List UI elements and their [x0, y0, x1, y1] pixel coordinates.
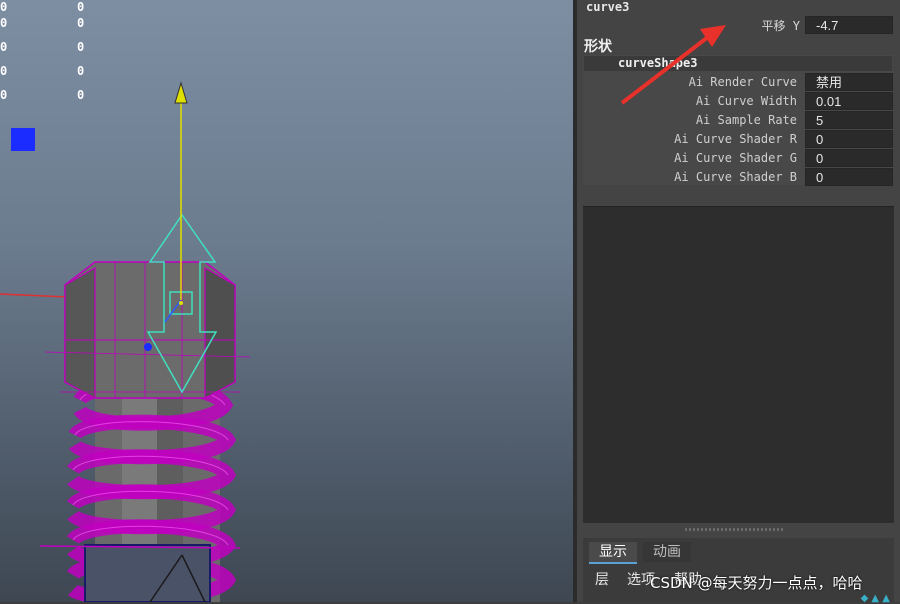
scene-canvas[interactable]: [0, 0, 573, 602]
watermark: CSDN @每天努力一点点，哈哈: [650, 574, 863, 592]
attr-label-shader-b: Ai Curve Shader B: [674, 170, 797, 184]
3d-viewport[interactable]: 00 00 00 00 00: [0, 0, 573, 602]
status-icons: ◆ ▲ ▲: [860, 593, 890, 604]
translate-y-label: 平移 Y: [761, 19, 800, 33]
shader-r-field[interactable]: 0: [805, 130, 893, 148]
attr-label-sample-rate: Ai Sample Rate: [695, 113, 797, 127]
sample-rate-field[interactable]: 5: [805, 111, 893, 129]
attr-label-shader-g: Ai Curve Shader G: [674, 151, 797, 165]
bolt-head[interactable]: [44, 261, 251, 399]
blue-marker: [11, 128, 35, 151]
node-name: curve3: [586, 0, 630, 14]
curve-width-field[interactable]: 0.01: [805, 92, 893, 110]
tab-display[interactable]: 显示: [589, 542, 637, 564]
annotation-arrow: [620, 25, 726, 105]
shader-b-field[interactable]: 0: [805, 168, 893, 186]
resize-handle[interactable]: [685, 528, 785, 531]
render-curve-dropdown[interactable]: 禁用: [805, 73, 893, 91]
attr-label-shader-r: Ai Curve Shader R: [674, 132, 797, 146]
menu-layers[interactable]: 层: [595, 569, 609, 589]
shader-g-field[interactable]: 0: [805, 149, 893, 167]
tab-animation[interactable]: 动画: [643, 542, 691, 562]
empty-editor-area: [583, 206, 894, 523]
translate-y-field[interactable]: -4.7: [805, 16, 893, 34]
